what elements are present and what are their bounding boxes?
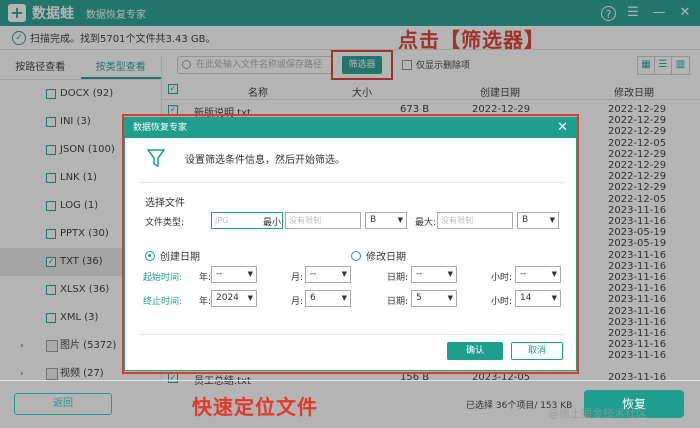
- back-button[interactable]: 返回: [14, 393, 112, 415]
- watermark: @稀土掘金技术社区: [548, 407, 647, 420]
- annotation-locate-files: 快速定位文件: [192, 395, 318, 419]
- dialog-highlight-box: [122, 114, 579, 374]
